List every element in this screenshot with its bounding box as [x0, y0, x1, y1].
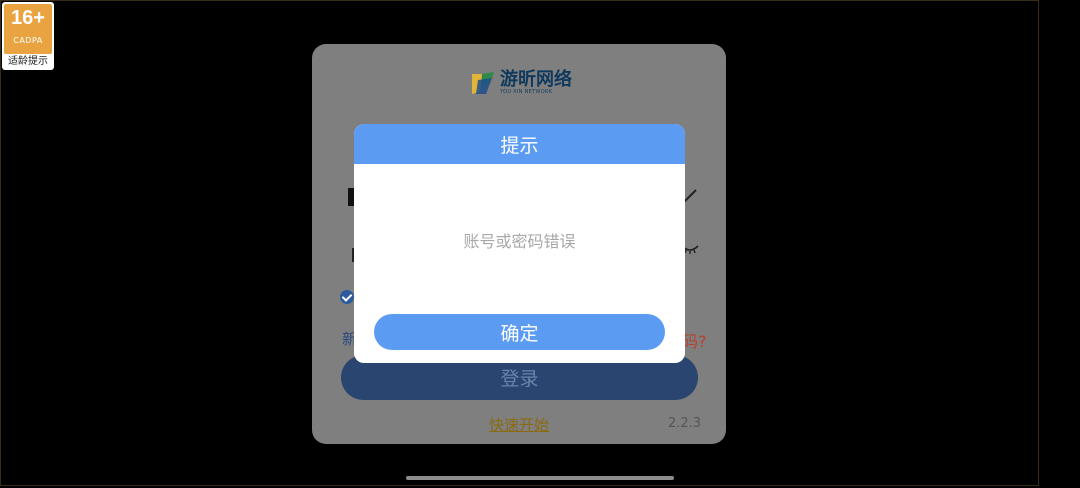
version-label: 2.2.3	[668, 416, 702, 431]
age-rating-tip: 适龄提示	[8, 56, 48, 67]
logo-mark-icon	[472, 72, 494, 94]
agreement-check-icon[interactable]	[340, 290, 354, 304]
confirm-button[interactable]: 确定	[374, 314, 665, 350]
age-rating-number: 16+	[11, 7, 45, 29]
dialog-title: 提示	[354, 124, 685, 164]
logo-name-en: YOU XIN NETWORK	[500, 88, 553, 95]
logo-text: 游昕网络 YOU XIN NETWORK	[500, 68, 572, 96]
company-logo: 游昕网络 YOU XIN NETWORK	[470, 70, 572, 96]
forgot-password-link[interactable]: 码?	[682, 328, 707, 352]
alert-dialog: 提示 账号或密码错误 确定	[354, 124, 685, 363]
logo-name-cn: 游昕网络	[500, 68, 572, 90]
age-rating-plate: 16+ CADPA	[4, 4, 52, 54]
quick-start-link[interactable]: 快速开始	[489, 414, 549, 435]
home-indicator[interactable]	[406, 476, 674, 480]
age-rating-badge: 16+ CADPA 适龄提示	[2, 2, 54, 70]
dialog-message: 账号或密码错误	[463, 232, 576, 251]
age-rating-org: CADPA	[13, 36, 43, 45]
